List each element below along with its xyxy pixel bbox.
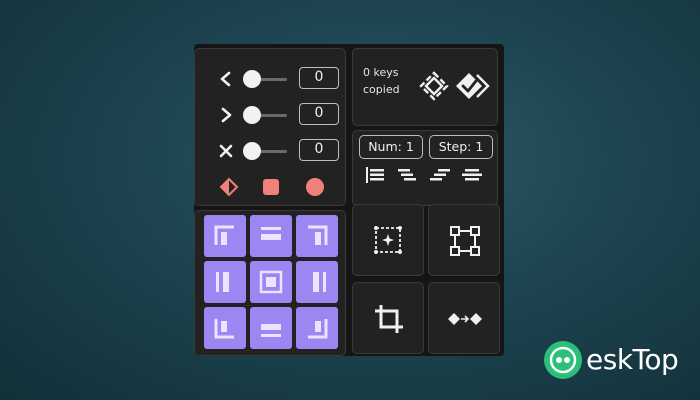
diamond-half-icon[interactable] [219, 177, 239, 197]
sequence-keys-button[interactable] [428, 282, 500, 354]
close-icon [219, 144, 233, 158]
crop-button[interactable] [352, 282, 424, 354]
anchor-grid-cell [194, 210, 346, 356]
left-value-input[interactable]: 0 [299, 67, 339, 89]
paste-keys-icon[interactable] [453, 69, 491, 103]
anchor-middle-left[interactable] [204, 261, 246, 303]
center-icon [259, 270, 283, 294]
chevron-left-icon [220, 71, 231, 87]
keyframe-spread-icon [448, 313, 482, 325]
corner-top-right-icon [308, 225, 328, 245]
crop-icon [375, 305, 403, 333]
circle-icon[interactable] [305, 177, 325, 197]
anchor-top-center[interactable] [250, 215, 292, 257]
slider-knob[interactable] [243, 106, 261, 124]
watermark-logo: eskTop [544, 341, 694, 381]
anchor-center[interactable] [250, 261, 292, 303]
keys-copied-label: copied [363, 83, 400, 96]
slider-row-both: 0 [217, 139, 343, 163]
keys-status: 0 keys copied [363, 64, 415, 98]
corner-bottom-right-icon [308, 319, 328, 339]
anchor-top-right[interactable] [296, 215, 338, 257]
edge-top-icon [261, 227, 281, 240]
center-anchor-button[interactable] [352, 204, 424, 276]
layer-structure-button[interactable] [428, 204, 500, 276]
square-icon[interactable] [261, 177, 281, 197]
anchor-middle-right[interactable] [296, 261, 338, 303]
align-center-icon[interactable] [461, 167, 483, 183]
easing-controls: 0 0 0 [194, 48, 346, 206]
corner-bottom-left-icon [214, 319, 234, 339]
stagger-down-icon[interactable] [397, 167, 419, 183]
stagger-up-icon[interactable] [429, 167, 451, 183]
edge-left-icon [216, 272, 229, 292]
align-left-icon[interactable] [365, 167, 387, 183]
anchor-bottom-left[interactable] [204, 307, 246, 349]
keys-count: 0 keys [363, 66, 399, 79]
anchor-bottom-center[interactable] [250, 307, 292, 349]
slider-knob[interactable] [243, 142, 261, 160]
step-field[interactable]: Step: 1 [429, 135, 493, 159]
slider-row-right: 0 [217, 103, 343, 127]
distribute-cell: Num: 1 Step: 1 [352, 130, 498, 206]
num-field[interactable]: Num: 1 [359, 135, 423, 159]
hierarchy-icon [450, 226, 480, 256]
right-value-input[interactable]: 0 [299, 103, 339, 125]
edge-bottom-icon [261, 324, 281, 337]
slider-row-left: 0 [217, 67, 343, 91]
edge-right-icon [313, 272, 326, 292]
anchor-top-left[interactable] [204, 215, 246, 257]
plugin-panel: 0 0 0 0 keys copied Num: 1 Step: 1 [194, 44, 504, 356]
chevron-right-icon [221, 107, 232, 123]
slider-knob[interactable] [243, 70, 261, 88]
logo-icon [544, 341, 582, 379]
both-value-input[interactable]: 0 [299, 139, 339, 161]
anchor-point-icon [374, 226, 402, 254]
copy-keys-icon[interactable] [417, 69, 451, 103]
watermark-text: eskTop [586, 343, 679, 376]
corner-top-left-icon [214, 225, 234, 245]
copy-keys-cell: 0 keys copied [352, 48, 498, 126]
anchor-bottom-right[interactable] [296, 307, 338, 349]
